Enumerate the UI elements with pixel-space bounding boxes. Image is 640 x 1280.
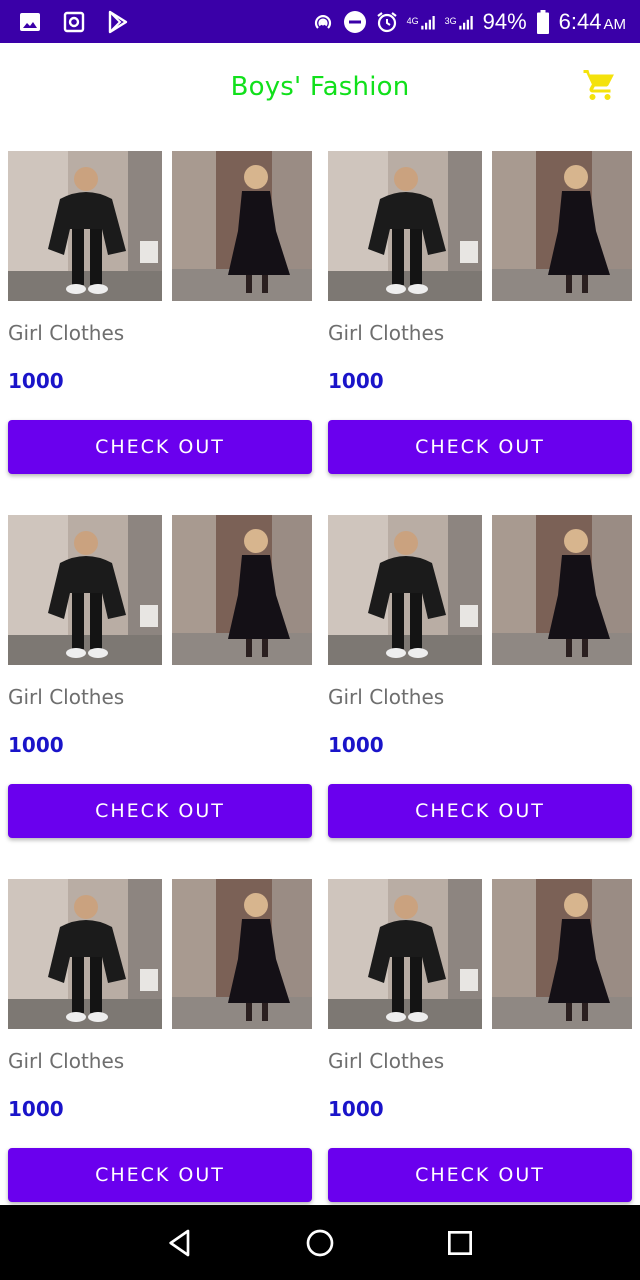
product-name: Girl Clothes	[8, 321, 125, 345]
image-icon	[18, 10, 42, 34]
product-price: 1000	[328, 733, 384, 757]
home-icon[interactable]	[300, 1223, 340, 1263]
play-store-icon	[106, 10, 130, 34]
product-image-dress[interactable]	[492, 151, 632, 301]
cart-icon[interactable]	[582, 67, 618, 103]
checkout-button[interactable]: CHECK OUT	[8, 1148, 312, 1202]
product-image-jacket[interactable]	[328, 879, 482, 1029]
product-name: Girl Clothes	[328, 1049, 445, 1073]
battery-percent: 94%	[482, 8, 527, 34]
dnd-icon	[343, 10, 367, 34]
product-image-jacket[interactable]	[8, 151, 162, 301]
product-image-dress[interactable]	[492, 879, 632, 1029]
product-name: Girl Clothes	[8, 685, 125, 709]
nav-bar	[0, 1205, 640, 1280]
page-title: Boys' Fashion	[230, 72, 410, 102]
product-price: 1000	[8, 733, 64, 757]
status-bar: 4G 3G 94% 6:44 AM	[0, 0, 640, 43]
battery-icon	[535, 9, 551, 34]
checkout-button[interactable]: CHECK OUT	[328, 420, 632, 474]
product-image-dress[interactable]	[172, 151, 312, 301]
product-price: 1000	[328, 1097, 384, 1121]
product-image-jacket[interactable]	[328, 151, 482, 301]
product-image-jacket[interactable]	[328, 515, 482, 665]
product-image-dress[interactable]	[172, 515, 312, 665]
product-name: Girl Clothes	[328, 685, 445, 709]
product-name: Girl Clothes	[8, 1049, 125, 1073]
signal-icon-2: 3G	[445, 10, 475, 34]
product-name: Girl Clothes	[328, 321, 445, 345]
app-bar: Boys' Fashion	[0, 43, 640, 131]
product-price: 1000	[8, 369, 64, 393]
hotspot-icon	[311, 10, 335, 34]
back-icon[interactable]	[160, 1223, 200, 1263]
checkout-button[interactable]: CHECK OUT	[8, 784, 312, 838]
clock: 6:44 AM	[558, 8, 626, 34]
product-image-jacket[interactable]	[8, 879, 162, 1029]
signal-icon: 4G	[407, 10, 437, 34]
product-price: 1000	[8, 1097, 64, 1121]
camera-icon	[62, 10, 86, 34]
checkout-button[interactable]: CHECK OUT	[8, 420, 312, 474]
product-image-dress[interactable]	[172, 879, 312, 1029]
product-image-dress[interactable]	[492, 515, 632, 665]
alarm-icon	[375, 10, 399, 34]
checkout-button[interactable]: CHECK OUT	[328, 784, 632, 838]
product-image-jacket[interactable]	[8, 515, 162, 665]
checkout-button[interactable]: CHECK OUT	[328, 1148, 632, 1202]
recents-icon[interactable]	[440, 1223, 480, 1263]
product-price: 1000	[328, 369, 384, 393]
